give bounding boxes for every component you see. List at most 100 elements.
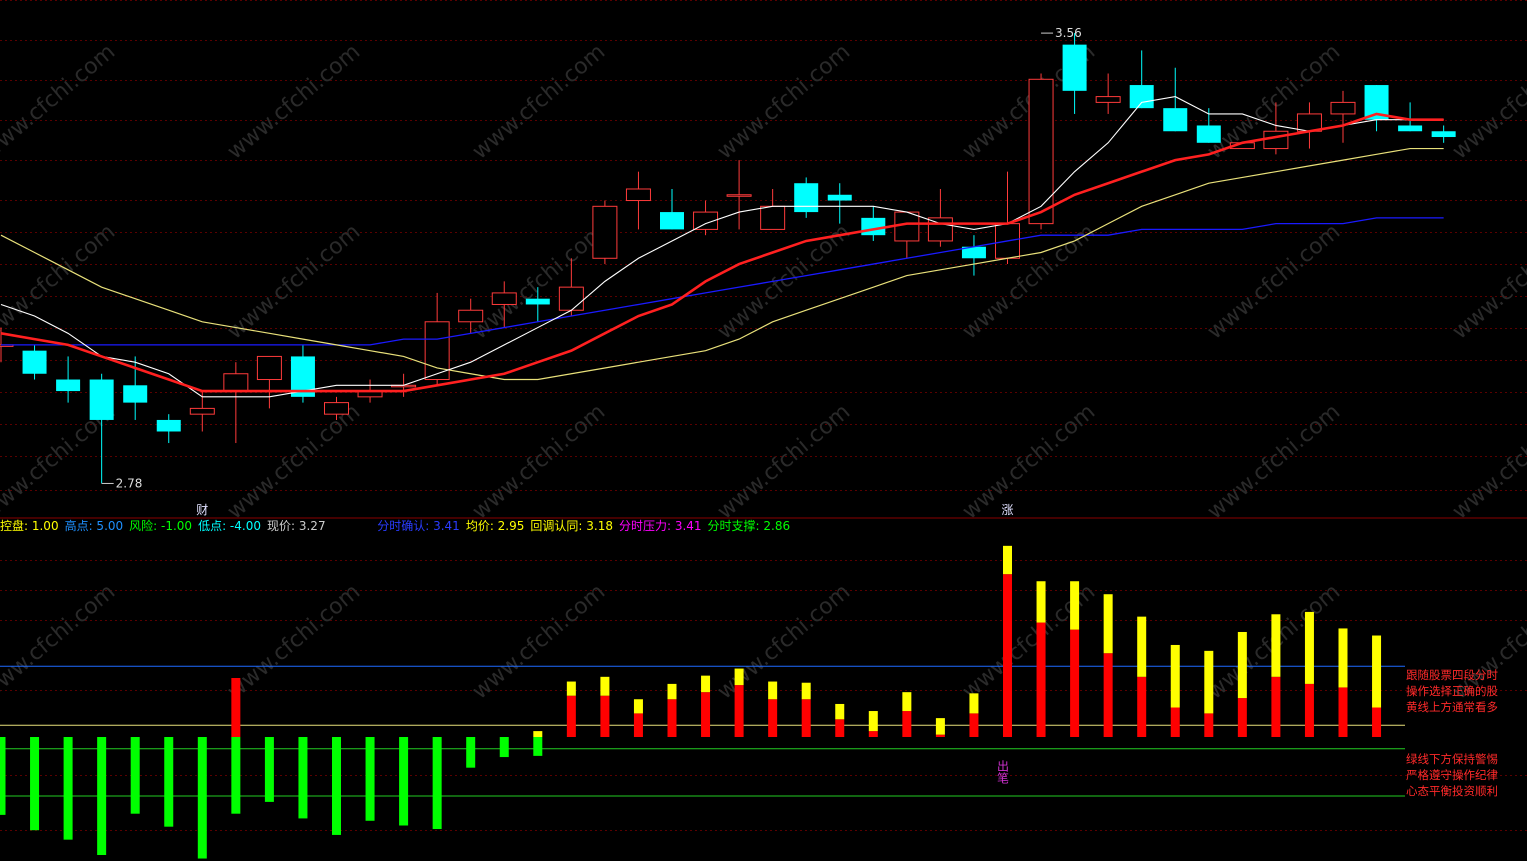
watermark-text: www.cfchi.com xyxy=(223,579,365,704)
bar-yellow xyxy=(969,693,979,714)
bar-green xyxy=(130,737,140,814)
marker-chubi: 出笔 xyxy=(996,760,1010,784)
watermark-text: www.cfchi.com xyxy=(1448,39,1527,164)
candle-body-down xyxy=(660,212,684,230)
bar-red xyxy=(969,713,979,737)
candle-body-up xyxy=(1330,101,1356,115)
bar-yellow xyxy=(701,675,711,693)
watermark-text: www.cfchi.com xyxy=(1448,399,1527,524)
watermark-text: www.cfchi.com xyxy=(468,219,610,344)
note-top-line-3: 黄线上方通常看多 xyxy=(1406,700,1498,714)
candle-body-up xyxy=(189,407,215,415)
info-left-item-4: 现价: 3.27 xyxy=(267,519,326,533)
indicator-panel: 出笔 xyxy=(0,545,1405,859)
bar-red xyxy=(835,719,845,737)
bar-green xyxy=(298,737,308,819)
info-right-item-1: 均价: 2.95 xyxy=(465,519,525,533)
info-left-item-1: 高点: 5.00 xyxy=(64,519,124,533)
watermark-text: www.cfchi.com xyxy=(468,399,610,524)
bar-green xyxy=(332,737,341,835)
watermark-text: www.cfchi.com xyxy=(713,579,855,704)
bar-red xyxy=(1103,653,1113,737)
note-top-line-1: 跟随股票四段分时 xyxy=(1406,668,1498,682)
bar-green xyxy=(432,737,442,830)
bar-red xyxy=(768,699,778,737)
candle-body-down xyxy=(1062,44,1087,91)
bar-yellow xyxy=(1070,581,1080,630)
candle-body-down xyxy=(861,217,886,236)
bar-yellow xyxy=(533,731,543,737)
bar-yellow xyxy=(935,718,945,735)
candle-body-up xyxy=(256,355,282,381)
bar-yellow xyxy=(801,682,811,700)
watermark-text: www.cfchi.com xyxy=(223,39,365,164)
candle-body-up xyxy=(894,211,920,242)
candle-body-down xyxy=(22,350,47,374)
bar-green xyxy=(164,737,174,827)
bar-yellow xyxy=(768,681,778,700)
bar-red xyxy=(902,711,912,737)
bar-red xyxy=(1237,698,1247,737)
candle-body-down xyxy=(1431,131,1456,138)
candle-body-down xyxy=(827,194,852,201)
watermark-layer: www.cfchi.com www.cfchi.com www.cfchi.com w… xyxy=(0,39,1527,704)
candle-body-down xyxy=(1398,125,1423,132)
candle-body-down xyxy=(1196,125,1221,143)
bar-red xyxy=(1304,683,1314,737)
bar-red xyxy=(1137,676,1147,737)
bar-green xyxy=(466,737,476,768)
note-top-line-2: 操作选择正确的股 xyxy=(1406,684,1498,698)
watermark-text: www.cfchi.com xyxy=(1448,219,1527,344)
bar-red xyxy=(1036,622,1046,737)
bar-green xyxy=(533,737,543,756)
note-bottom: 绿线下方保持警惕 严格遵守操作纪律 心态平衡投资顺利 xyxy=(1406,751,1498,799)
bar-green xyxy=(197,737,207,859)
marker-cai: 财 xyxy=(196,503,208,517)
bar-red xyxy=(701,692,711,737)
watermark-text: www.cfchi.com xyxy=(1203,219,1345,344)
bar-red xyxy=(801,699,811,737)
info-left-item-3: 低点: -4.00 xyxy=(198,519,261,533)
bar-yellow xyxy=(1137,616,1147,677)
candle-body-up xyxy=(558,286,584,311)
watermark-text: www.cfchi.com xyxy=(713,39,855,164)
annotation-label-0: 3.56 xyxy=(1055,26,1082,40)
marker-zhang: 涨 xyxy=(1002,502,1014,517)
bar-green xyxy=(264,737,274,802)
watermark-text: www.cfchi.com xyxy=(0,579,120,704)
bar-red xyxy=(1372,707,1382,737)
watermark-text: www.cfchi.com xyxy=(713,399,855,524)
bar-green xyxy=(0,737,6,815)
candle-body-up xyxy=(324,402,349,415)
info-left-item-0: 控盘: 1.00 xyxy=(0,519,59,533)
bar-red xyxy=(667,699,677,737)
info-right-item-0: 分时确认: 3.41 xyxy=(377,519,460,533)
candle-body-up xyxy=(592,205,618,259)
note-bottom-line-1: 绿线下方保持警惕 xyxy=(1406,752,1498,766)
candle-body-up xyxy=(1028,78,1054,225)
bar-red xyxy=(868,731,878,737)
bar-red xyxy=(1170,707,1180,737)
bar-red xyxy=(1204,713,1214,737)
note-bottom-line-2: 严格遵守操作纪律 xyxy=(1406,768,1498,782)
bar-red xyxy=(1003,574,1012,737)
candle-body-down xyxy=(89,379,114,420)
bar-yellow xyxy=(633,699,643,714)
bar-yellow xyxy=(1036,581,1046,623)
watermark-text: www.cfchi.com xyxy=(0,39,120,164)
bar-yellow xyxy=(835,703,845,720)
candle-body-down xyxy=(56,379,81,392)
bar-yellow xyxy=(1304,611,1314,684)
bar-yellow xyxy=(1204,650,1214,714)
bar-green xyxy=(365,737,375,821)
bar-green xyxy=(97,737,107,855)
info-left-group: 控盘: 1.00 高点: 5.00 风险: -1.00 低点: -4.00 现价: 3.… xyxy=(0,517,332,534)
candle-body-up xyxy=(223,373,249,392)
bar-yellow xyxy=(1103,594,1113,654)
watermark-text: www.cfchi.com xyxy=(958,399,1100,524)
watermark-text: www.cfchi.com xyxy=(468,579,610,704)
bar-yellow xyxy=(1338,628,1348,688)
candle-body-down xyxy=(794,183,819,213)
bar-red xyxy=(566,695,576,737)
bar-red xyxy=(734,685,744,737)
